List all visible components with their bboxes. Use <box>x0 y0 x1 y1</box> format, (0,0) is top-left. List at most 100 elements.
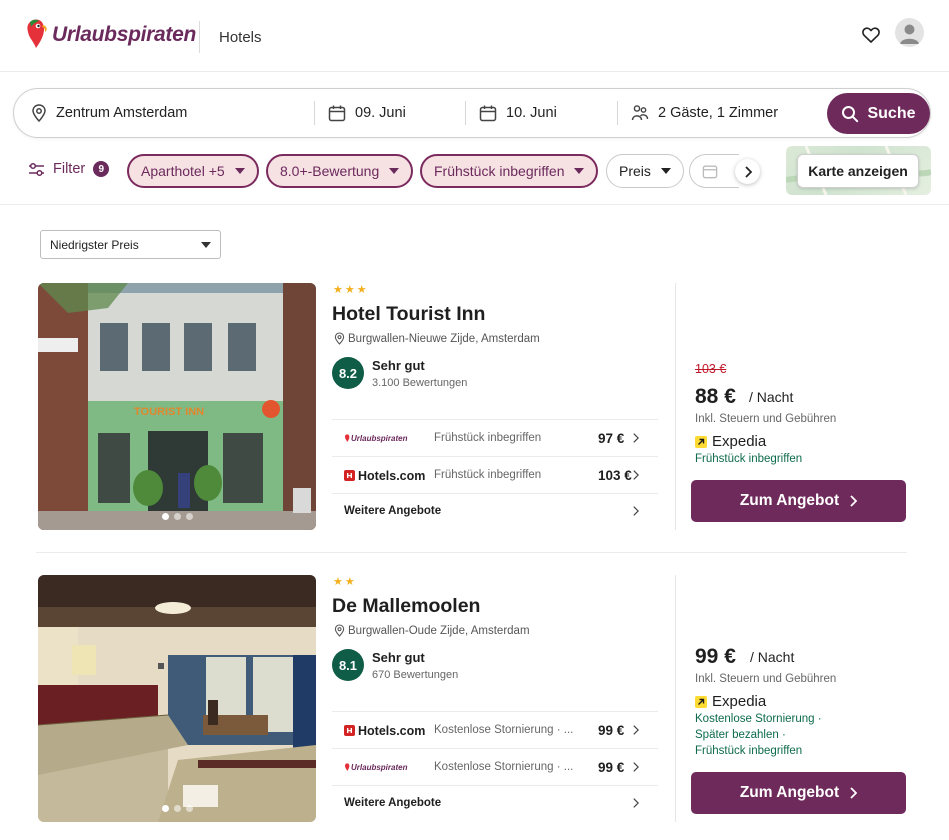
hotel-card: ★★ De Mallemoolen Burgwallen-Oude Zijde,… <box>0 575 949 840</box>
partner-logo-urlaubspiraten: Urlaubspiraten <box>344 420 407 457</box>
provider: Expedia <box>695 693 766 710</box>
offer-row[interactable]: Urlaubspiraten Kostenlose Stornierung · … <box>332 748 658 785</box>
chevron-down-icon <box>234 168 245 174</box>
offer-description: Kostenlose Stornierung · ... <box>434 724 574 736</box>
per-night-label: / Nacht <box>749 389 794 405</box>
sort-select[interactable]: Niedrigster Preis <box>40 230 221 259</box>
checkout-value: 10. Juni <box>506 105 557 121</box>
deal-button[interactable]: Zum Angebot <box>691 480 906 522</box>
location-pin-icon <box>334 332 345 345</box>
rating-label: Sehr gut <box>372 358 425 373</box>
calendar-icon <box>479 105 497 121</box>
guests-icon <box>631 105 649 121</box>
sliders-icon <box>29 162 44 176</box>
chevron-down-icon <box>660 168 671 174</box>
offer-row[interactable]: Hotels.com Frühstück inbegriffen 103 € <box>332 456 658 493</box>
hotel-photo[interactable]: TOURIST INN <box>38 283 316 530</box>
hotel-photo[interactable] <box>38 575 316 822</box>
hotel-name[interactable]: De Mallemoolen <box>332 595 480 618</box>
hotel-location: Burgwallen-Nieuwe Zijde, Amsterdam <box>334 332 540 345</box>
offer-price: 97 € <box>598 431 625 446</box>
show-map-button[interactable]: Karte anzeigen <box>797 154 919 188</box>
checkout-field[interactable]: 10. Juni <box>479 89 619 137</box>
partner-name: Urlaubspiraten <box>351 434 408 443</box>
current-price: 88 € <box>695 385 736 408</box>
tax-note: Inkl. Steuern und Gebühren <box>695 413 837 425</box>
guests-field[interactable]: 2 Gäste, 1 Zimmer <box>631 89 821 137</box>
destination-field[interactable]: Zentrum Amsterdam <box>31 89 311 137</box>
more-offers-label: Weitere Angebote <box>344 505 442 517</box>
chevron-right-icon <box>633 762 639 772</box>
card-column-divider <box>675 575 676 822</box>
nav-hotels[interactable]: Hotels <box>219 29 262 46</box>
checkin-field[interactable]: 09. Juni <box>328 89 468 137</box>
rating-badge: 8.1 <box>332 649 364 681</box>
offer-description: Frühstück inbegriffen <box>434 469 542 481</box>
location-text: Burgwallen-Nieuwe Zijde, Amsterdam <box>348 332 540 345</box>
more-offers-row[interactable]: Weitere Angebote <box>332 785 658 822</box>
tax-note: Inkl. Steuern und Gebühren <box>695 673 837 685</box>
deal-button[interactable]: Zum Angebot <box>691 772 906 814</box>
offer-description: Frühstück inbegriffen <box>434 432 542 444</box>
carousel-dot[interactable] <box>185 513 193 520</box>
search-separator <box>465 101 466 125</box>
chip-dates-partial[interactable] <box>689 154 739 188</box>
hotel-name[interactable]: Hotel Tourist Inn <box>332 303 485 326</box>
more-offers-row[interactable]: Weitere Angebote <box>332 493 658 530</box>
carousel-dot[interactable] <box>161 805 169 812</box>
chip-price[interactable]: Preis <box>606 154 684 188</box>
per-night-label: / Nacht <box>750 649 795 665</box>
calendar-icon <box>328 105 346 121</box>
chevron-right-icon <box>850 787 858 799</box>
expedia-arrow-icon <box>695 435 707 448</box>
chip-breakfast[interactable]: Frühstück inbegriffen <box>420 154 599 188</box>
carousel-dot[interactable] <box>173 513 181 520</box>
chip-rating[interactable]: 8.0+-Bewertung <box>266 154 414 188</box>
offer-row[interactable]: Hotels.com Kostenlose Stornierung · ... … <box>332 711 658 748</box>
provider: Expedia <box>695 433 766 450</box>
card-column-divider <box>675 283 676 530</box>
carousel-dot[interactable] <box>161 513 169 520</box>
location-pin-icon <box>334 624 345 637</box>
rating-label: Sehr gut <box>372 650 425 665</box>
offer-row[interactable]: Urlaubspiraten Frühstück inbegriffen 97 … <box>332 419 658 456</box>
filter-button[interactable]: Filter 9 <box>28 161 110 177</box>
star-rating-2: ★★ <box>333 576 357 588</box>
review-count: 670 Bewertungen <box>372 669 459 681</box>
star-rating-3: ★★★ <box>333 284 369 296</box>
search-separator <box>314 101 315 125</box>
current-price: 99 € <box>695 645 736 668</box>
perk-text: Später bezahlen · <box>695 729 786 741</box>
partner-name: Hotels.com <box>358 468 426 483</box>
sort-value: Niedrigster Preis <box>50 237 139 252</box>
chevron-right-icon[interactable] <box>735 159 760 184</box>
partner-logo-hotels-com: Hotels.com <box>344 712 425 749</box>
search-icon <box>842 105 859 122</box>
offer-price: 99 € <box>598 760 625 775</box>
filter-count-badge: 9 <box>93 161 110 177</box>
more-offers-label: Weitere Angebote <box>344 797 442 809</box>
location-text: Burgwallen-Oude Zijde, Amsterdam <box>348 624 530 637</box>
user-avatar-icon[interactable] <box>895 18 924 47</box>
perk-text: Frühstück inbegriffen <box>695 453 803 465</box>
old-price: 103 € <box>695 362 727 376</box>
brand-name: Urlaubspiraten <box>52 23 196 46</box>
offer-description: Kostenlose Stornierung · ... <box>434 761 574 773</box>
filter-bar: Filter 9 Aparthotel +5 8.0+-Bewertung Fr… <box>0 146 949 195</box>
chevron-right-icon <box>633 798 639 808</box>
chip-label: Preis <box>619 163 651 179</box>
chip-aparthotel[interactable]: Aparthotel +5 <box>127 154 259 188</box>
hotel-location: Burgwallen-Oude Zijde, Amsterdam <box>334 624 530 637</box>
carousel-dot[interactable] <box>173 805 181 812</box>
carousel-dot[interactable] <box>185 805 193 812</box>
top-header: Urlaubspiraten Hotels <box>0 0 949 72</box>
filter-divider <box>0 204 949 205</box>
hotel-card: TOURIST INN ★★★ Hotel Tourist Inn Burgwa… <box>0 283 949 553</box>
provider-name: Expedia <box>712 693 767 710</box>
urlaubspiraten-logo[interactable]: Urlaubspiraten <box>24 12 196 58</box>
heart-icon[interactable] <box>858 22 884 48</box>
chevron-right-icon <box>850 495 858 507</box>
photo-carousel-dots <box>38 513 316 520</box>
deal-button-label: Zum Angebot <box>739 784 840 801</box>
search-button[interactable]: Suche <box>827 93 930 134</box>
